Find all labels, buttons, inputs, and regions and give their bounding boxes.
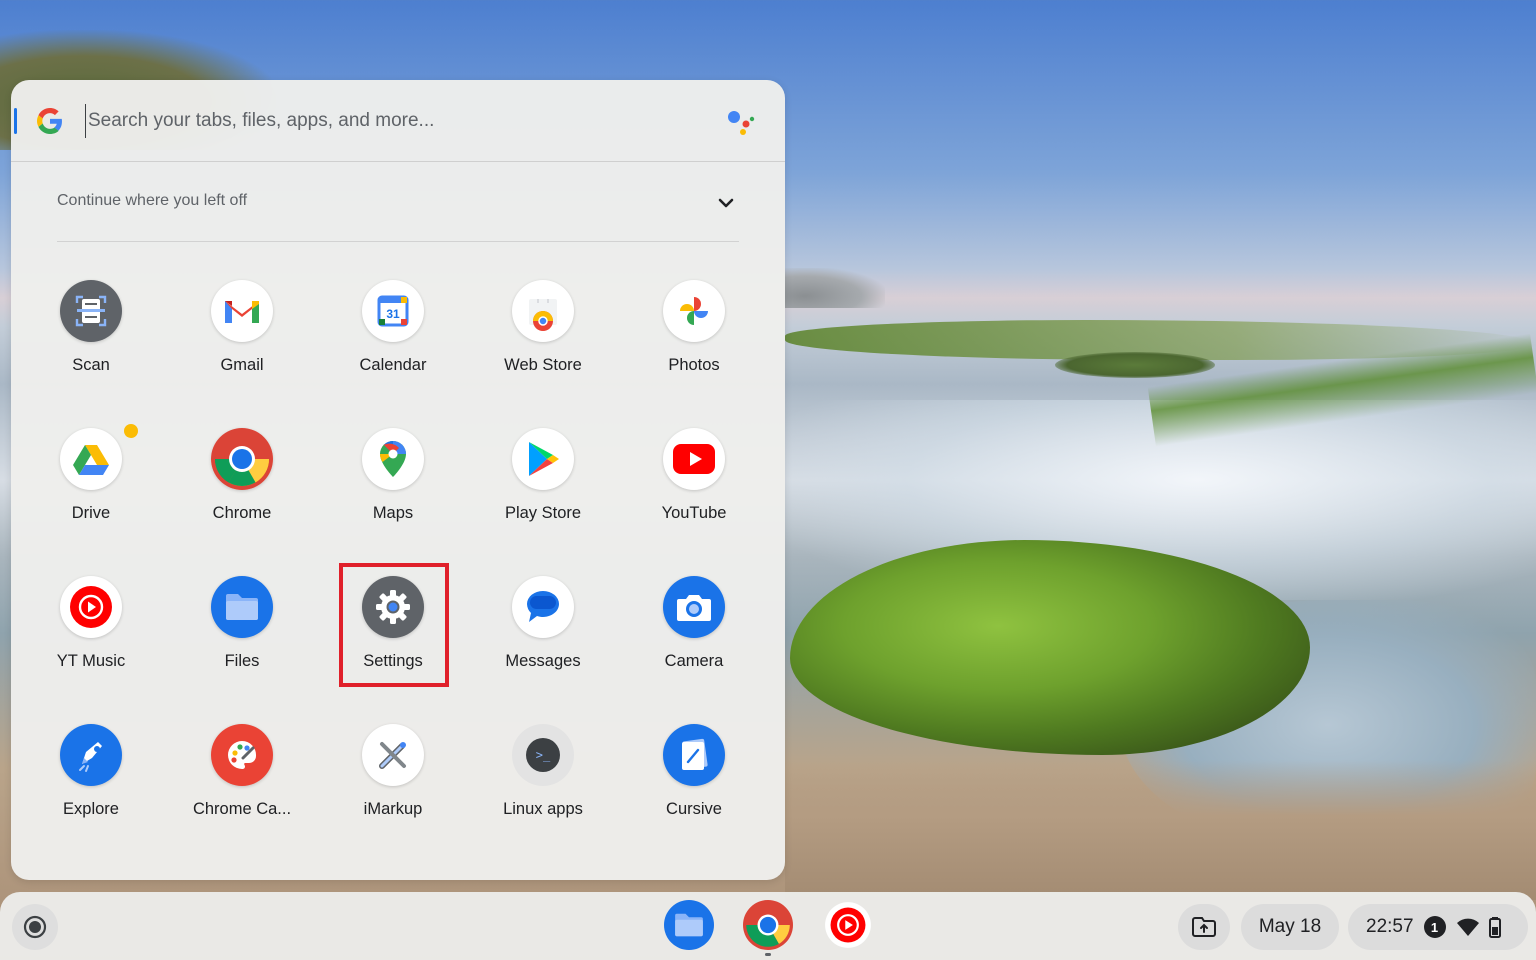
maps-icon [362,428,424,490]
app-tile-messages[interactable]: Messages [478,566,608,686]
holding-space-icon [1192,917,1216,937]
launcher-circle-icon [23,915,47,939]
svg-text:31: 31 [386,307,400,321]
app-label: Chrome Ca... [192,800,292,818]
app-tile-yt-music[interactable]: YT Music [26,566,156,686]
explore-icon [60,724,122,786]
shelf-chrome-app[interactable] [743,900,793,950]
app-tile-gmail[interactable]: Gmail [177,270,307,390]
app-tile-calendar[interactable]: 31 Calendar [328,270,458,390]
app-tile-drive[interactable]: Drive [26,418,156,538]
continue-section-header[interactable]: Continue where you left off [57,180,739,224]
app-launcher: Continue where you left off Scan Gmail 3… [11,80,785,880]
battery-icon [1488,917,1501,938]
calendar-icon: 31 [362,280,424,342]
app-label: Camera [664,652,724,670]
app-label: Calendar [359,356,427,374]
youtube-icon [663,428,725,490]
search-input[interactable] [85,104,685,138]
app-label: Messages [505,652,581,670]
imarkup-icon [362,724,424,786]
google-logo-icon [37,108,62,134]
cursive-icon [663,724,725,786]
focus-indicator [14,108,17,134]
app-label: Drive [71,504,111,522]
messages-icon [512,576,574,638]
app-label: Files [224,652,260,670]
app-tile-youtube[interactable]: YouTube [629,418,759,538]
web-store-icon [512,280,574,342]
wallpaper-far-rock [1055,352,1215,378]
gmail-icon [211,280,273,342]
chrome-canvas-icon [211,724,273,786]
google-assistant-icon[interactable] [725,108,755,136]
app-label: Linux apps [503,800,583,818]
app-label: Gmail [220,356,264,374]
chevron-down-icon[interactable] [715,192,737,214]
app-label: Photos [668,356,720,374]
app-label: YT Music [56,652,126,670]
chrome-icon [211,428,273,490]
shelf-files-app[interactable] [664,900,714,950]
app-tile-play-store[interactable]: Play Store [478,418,608,538]
photos-icon [663,280,725,342]
drive-icon [60,428,122,490]
app-tile-imarkup[interactable]: iMarkup [328,714,458,834]
wallpaper-sand [785,760,1536,900]
search-bar [11,80,785,162]
section-divider [57,241,739,242]
files-icon [675,913,703,937]
settings-highlight-box [339,563,449,687]
date-tray[interactable]: May 18 [1241,904,1339,950]
status-tray[interactable]: 22:57 1 [1348,904,1528,950]
app-label: Explore [63,800,119,818]
app-label: Play Store [504,504,582,522]
yt-music-icon [60,576,122,638]
app-label: Scan [72,356,110,374]
shelf-yt-music-app[interactable] [823,900,873,950]
app-tile-camera[interactable]: Camera [629,566,759,686]
app-label: Maps [372,504,414,522]
app-label: Cursive [666,800,722,818]
app-tile-explore[interactable]: Explore [26,714,156,834]
wifi-icon [1456,918,1479,936]
holding-space-button[interactable] [1178,904,1230,950]
app-label: Web Store [504,356,582,374]
app-label: iMarkup [363,800,423,818]
terminal-prompt: >_ [526,738,560,772]
app-tile-web-store[interactable]: Web Store [478,270,608,390]
update-dot [124,424,138,438]
launcher-button[interactable] [12,904,58,950]
app-tile-photos[interactable]: Photos [629,270,759,390]
app-label: YouTube [661,504,727,522]
files-icon [211,576,273,638]
shelf: May 18 22:57 1 [0,892,1536,960]
terminal-icon: >_ [512,724,574,786]
date-text: May 18 [1258,916,1322,937]
app-tile-chrome[interactable]: Chrome [177,418,307,538]
running-indicator [765,953,771,956]
wallpaper-cliff [785,268,885,308]
continue-label: Continue where you left off [57,192,248,209]
yt-music-icon [825,902,871,948]
app-tile-maps[interactable]: Maps [328,418,458,538]
app-tile-chrome-canvas[interactable]: Chrome Ca... [177,714,307,834]
scan-icon [60,280,122,342]
camera-icon [663,576,725,638]
app-label: Chrome [212,504,272,522]
app-tile-linux-apps[interactable]: >_ Linux apps [478,714,608,834]
play-store-icon [512,428,574,490]
notification-badge: 1 [1423,916,1446,938]
app-tile-cursive[interactable]: Cursive [629,714,759,834]
app-tile-scan[interactable]: Scan [26,270,156,390]
app-tile-files[interactable]: Files [177,566,307,686]
chrome-icon [743,900,793,950]
time-text: 22:57 [1366,916,1414,937]
